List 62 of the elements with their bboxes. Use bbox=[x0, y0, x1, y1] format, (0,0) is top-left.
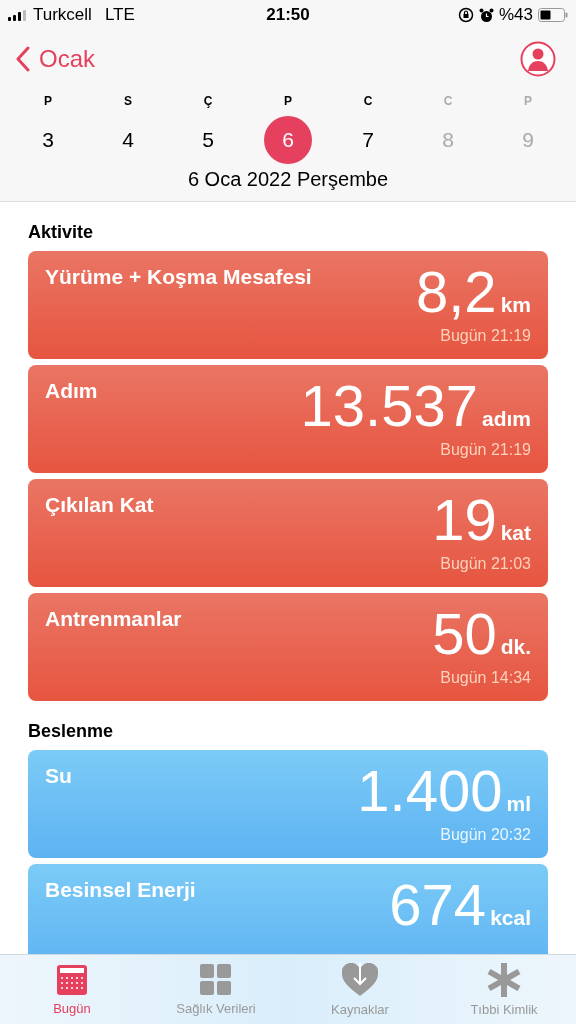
metric-unit: dk. bbox=[500, 636, 531, 657]
metric-unit: kat bbox=[500, 522, 531, 543]
metric-card[interactable]: Su 1.400 ml Bugün 20:32 bbox=[28, 750, 548, 858]
heart-download-icon bbox=[342, 962, 378, 997]
card-time: Bugün 14:34 bbox=[440, 669, 531, 687]
day-button[interactable]: 5 bbox=[184, 116, 232, 164]
card-time: Bugün 21:19 bbox=[440, 327, 531, 345]
alarm-icon bbox=[478, 7, 494, 23]
metric-unit: km bbox=[500, 294, 531, 315]
day-button[interactable]: 3 bbox=[24, 116, 72, 164]
metric-unit: ml bbox=[506, 793, 531, 814]
tab-item[interactable]: Kaynaklar bbox=[288, 955, 432, 1024]
battery-icon bbox=[538, 8, 568, 22]
weekday-label: Ç bbox=[203, 94, 213, 108]
metric-card[interactable]: Besinsel Enerji 674 kcal bbox=[28, 864, 548, 954]
asterisk-icon bbox=[487, 962, 521, 997]
tab-item[interactable]: Bugün bbox=[0, 955, 144, 1024]
tab-item[interactable]: Tıbbi Kimlik bbox=[432, 955, 576, 1024]
day-button[interactable]: 4 bbox=[104, 116, 152, 164]
weekday-label: S bbox=[124, 94, 132, 108]
metric-unit: kcal bbox=[490, 907, 531, 928]
metric-value: 50 bbox=[432, 605, 497, 663]
card-title: Yürüme + Koşma Mesafesi bbox=[45, 264, 312, 290]
metric-card[interactable]: Adım 13.537 adım Bugün 21:19 bbox=[28, 365, 548, 473]
section-title: Beslenme bbox=[28, 721, 115, 742]
profile-icon[interactable] bbox=[520, 41, 556, 77]
card-title: Besinsel Enerji bbox=[45, 877, 196, 903]
weekday-label: P bbox=[44, 94, 52, 108]
section-title: Aktivite bbox=[28, 222, 95, 243]
tab-item[interactable]: Sağlık Verileri bbox=[144, 955, 288, 1024]
weekday-label: P bbox=[524, 94, 532, 108]
chevron-left-icon bbox=[16, 46, 30, 72]
status-time: 21:50 bbox=[266, 5, 310, 25]
card-time: Bugün 21:19 bbox=[440, 441, 531, 459]
day-button[interactable]: 7 bbox=[344, 116, 392, 164]
metric-unit: adım bbox=[482, 408, 531, 429]
card-time: Bugün 20:32 bbox=[440, 826, 531, 844]
calendar-icon bbox=[56, 963, 88, 996]
grid-icon bbox=[200, 963, 232, 996]
battery-percent: %43 bbox=[498, 5, 533, 25]
weekday-label: P bbox=[284, 94, 292, 108]
signal-icon bbox=[8, 9, 28, 21]
carrier-name: Turkcell bbox=[33, 5, 92, 25]
metric-card[interactable]: Antrenmanlar 50 dk. Bugün 14:34 bbox=[28, 593, 548, 701]
rotation-lock-icon bbox=[457, 7, 474, 23]
metric-value: 1.400 bbox=[357, 762, 503, 820]
card-title: Adım bbox=[45, 378, 98, 404]
card-time: Bugün 21:03 bbox=[440, 555, 531, 573]
card-title: Su bbox=[45, 763, 72, 789]
metric-card[interactable]: Çıkılan Kat 19 kat Bugün 21:03 bbox=[28, 479, 548, 587]
metric-value: 8,2 bbox=[416, 263, 497, 321]
metric-card[interactable]: Yürüme + Koşma Mesafesi 8,2 km Bugün 21:19 bbox=[28, 251, 548, 359]
metric-value: 674 bbox=[389, 876, 487, 934]
network-type: LTE bbox=[104, 5, 135, 25]
weekday-label: C bbox=[443, 94, 453, 108]
card-title: Çıkılan Kat bbox=[45, 492, 154, 518]
metric-value: 19 bbox=[432, 491, 497, 549]
day-button[interactable]: 6 bbox=[264, 116, 312, 164]
card-title: Antrenmanlar bbox=[45, 606, 182, 632]
weekday-label: C bbox=[363, 94, 373, 108]
back-button[interactable]: Ocak bbox=[16, 45, 95, 73]
metric-value: 13.537 bbox=[300, 377, 478, 435]
